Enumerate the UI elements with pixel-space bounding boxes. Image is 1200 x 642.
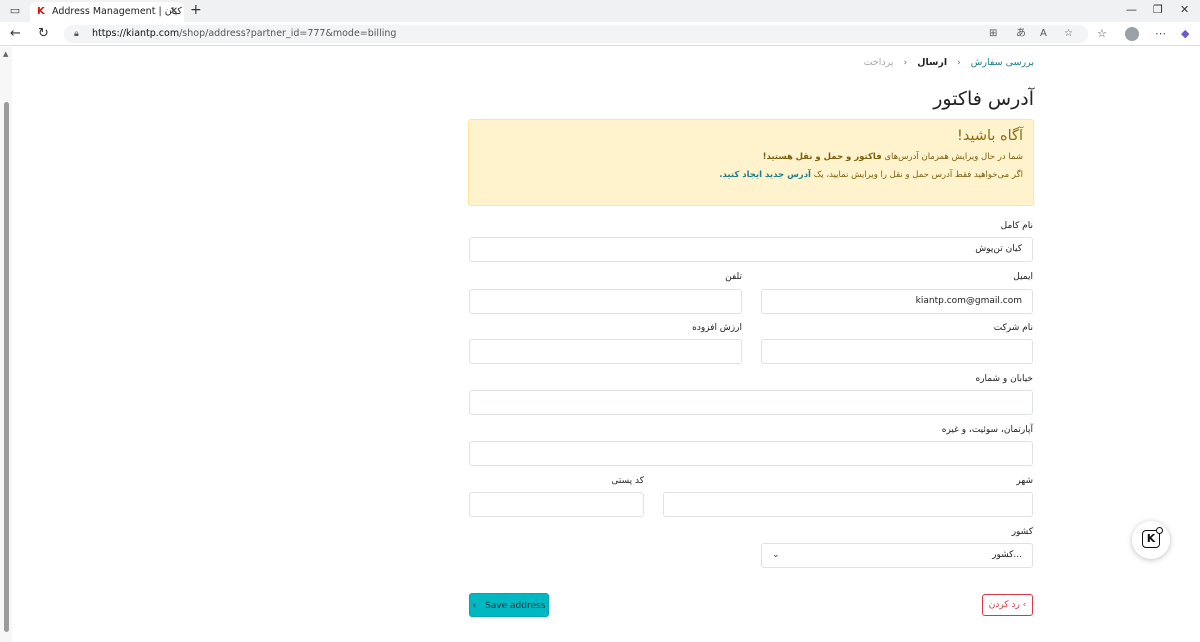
email-input[interactable]: kiantp.com@gmail.com	[761, 289, 1033, 314]
tab-title: Address Management | تن پوش کیان	[52, 6, 184, 17]
company-field: نام شرکت	[761, 323, 1033, 333]
country-select[interactable]: کشور... ⌄	[761, 543, 1033, 568]
alert-bold-text: فاکتور و حمل و نقل	[795, 152, 882, 162]
zip-field: کد پستی	[469, 476, 644, 486]
alert-title: آگاه باشید!	[957, 128, 1023, 144]
street-field: خیابان و شماره	[469, 374, 1034, 384]
chevron-down-icon: ⌄	[772, 550, 780, 560]
browser-address-bar: ← ↻ 🔒︎ https://kiantp.com/shop/address?p…	[0, 22, 1200, 46]
zip-label: کد پستی	[611, 476, 644, 486]
country-label: کشور	[1011, 527, 1033, 537]
checkout-breadcrumb: بررسی سفارش ‹ ارسال ‹ پرداخت	[864, 57, 1034, 68]
alert-text: اگر می‌خواهید فقط آدرس حمل و نقل را ویرا…	[813, 170, 1023, 180]
new-address-link[interactable]: آدرس جدید ایجاد کنید.	[719, 170, 811, 180]
zip-input[interactable]	[469, 492, 644, 517]
email-label: ایمیل	[1013, 272, 1033, 282]
company-label: نام شرکت	[993, 323, 1033, 333]
site-favicon-icon: K	[37, 6, 45, 17]
name-label: نام کامل	[1000, 221, 1033, 231]
close-tab-icon[interactable]: ✕	[170, 2, 178, 22]
alert-text: شما در حال ویرایش همزمان آدرس‌های	[884, 152, 1023, 162]
street2-input[interactable]	[469, 441, 1033, 466]
street2-field: آپارتمان، سوئیت، و غیره	[469, 425, 1033, 435]
vat-label: ارزش افزوده	[692, 323, 742, 333]
favorite-star-icon[interactable]: ☆	[1064, 25, 1073, 43]
read-aloud-icon[interactable]: A	[1040, 25, 1047, 43]
name-input[interactable]: کیان تن‌پوش	[469, 237, 1033, 262]
favorites-icon[interactable]: ☆	[1097, 27, 1107, 40]
tab-actions-icon[interactable]: ▭	[8, 4, 22, 18]
cancel-label: رد کردن	[988, 600, 1020, 610]
profile-avatar[interactable]	[1125, 27, 1139, 41]
breadcrumb-shipping: ارسال	[917, 57, 948, 68]
phone-input[interactable]	[469, 289, 742, 314]
back-icon[interactable]: ←	[10, 26, 21, 41]
city-input[interactable]	[663, 492, 1033, 517]
scroll-up-icon[interactable]: ▲	[3, 50, 8, 58]
url-path: /shop/address?partner_id=777&mode=billin…	[179, 28, 397, 39]
restore-icon[interactable]: ❐	[1153, 3, 1163, 16]
company-input[interactable]	[761, 339, 1033, 364]
name-field: نام کامل	[469, 221, 1033, 231]
new-tab-icon[interactable]: +	[190, 2, 202, 18]
chat-badge-icon	[1156, 527, 1163, 534]
alert-text: هستید!	[762, 152, 793, 162]
page-scrollbar[interactable]: ▲	[0, 47, 12, 642]
refresh-icon[interactable]: ↻	[38, 26, 49, 41]
phone-label: تلفن	[725, 272, 742, 282]
translate-icon[interactable]: あ	[1016, 25, 1026, 43]
street-input[interactable]	[469, 390, 1033, 415]
city-label: شهر	[1016, 476, 1033, 486]
country-selected-value: کشور...	[992, 550, 1022, 560]
chat-widget-button[interactable]: K	[1132, 521, 1170, 559]
browser-tab-bar: ▭ K Address Management | تن پوش کیان ✕ +…	[0, 0, 1200, 22]
page-title: آدرس فاکتور	[933, 88, 1034, 110]
chevron-left-icon: ‹	[903, 58, 908, 68]
vat-field: ارزش افزوده	[469, 323, 742, 333]
url-field[interactable]: 🔒︎ https://kiantp.com/shop/address?partn…	[64, 25, 1088, 43]
country-field: کشور	[761, 527, 1033, 537]
chevron-left-icon: ‹	[957, 58, 961, 68]
breadcrumb-review-order[interactable]: بررسی سفارش	[971, 57, 1034, 68]
browser-tab[interactable]: K Address Management | تن پوش کیان ✕	[30, 2, 184, 22]
breadcrumb-payment: پرداخت	[863, 57, 894, 68]
city-field: شهر	[663, 476, 1033, 486]
close-window-icon[interactable]: ✕	[1180, 3, 1189, 16]
cancel-button[interactable]: › رد کردن	[982, 594, 1033, 616]
vat-input[interactable]	[469, 339, 742, 364]
alert-line-2: اگر می‌خواهید فقط آدرس حمل و نقل را ویرا…	[479, 170, 1023, 180]
lock-icon[interactable]: 🔒︎	[74, 25, 79, 43]
scroll-thumb[interactable]	[4, 102, 9, 632]
url-host: https://kiantp.com	[92, 28, 180, 39]
warning-alert: آگاه باشید! شما در حال ویرایش همزمان آدر…	[468, 119, 1034, 206]
chevron-right-icon: ›	[1022, 600, 1027, 610]
more-options-icon[interactable]: ⋯	[1155, 27, 1166, 40]
save-address-label: Save address	[485, 601, 546, 611]
save-address-button[interactable]: ‹ Save address	[469, 593, 549, 617]
alert-line-1: شما در حال ویرایش همزمان آدرس‌های فاکتور…	[479, 152, 1023, 162]
app-available-icon[interactable]: ⊞	[989, 25, 997, 43]
chevron-left-icon: ‹	[472, 601, 477, 611]
street-label: خیابان و شماره	[975, 374, 1034, 384]
copilot-icon[interactable]: ◆	[1181, 27, 1189, 40]
phone-field: تلفن	[469, 272, 742, 282]
street2-label: آپارتمان، سوئیت، و غیره	[941, 425, 1033, 435]
email-field: ایمیل	[761, 272, 1033, 282]
minimize-icon[interactable]: —	[1126, 3, 1137, 16]
